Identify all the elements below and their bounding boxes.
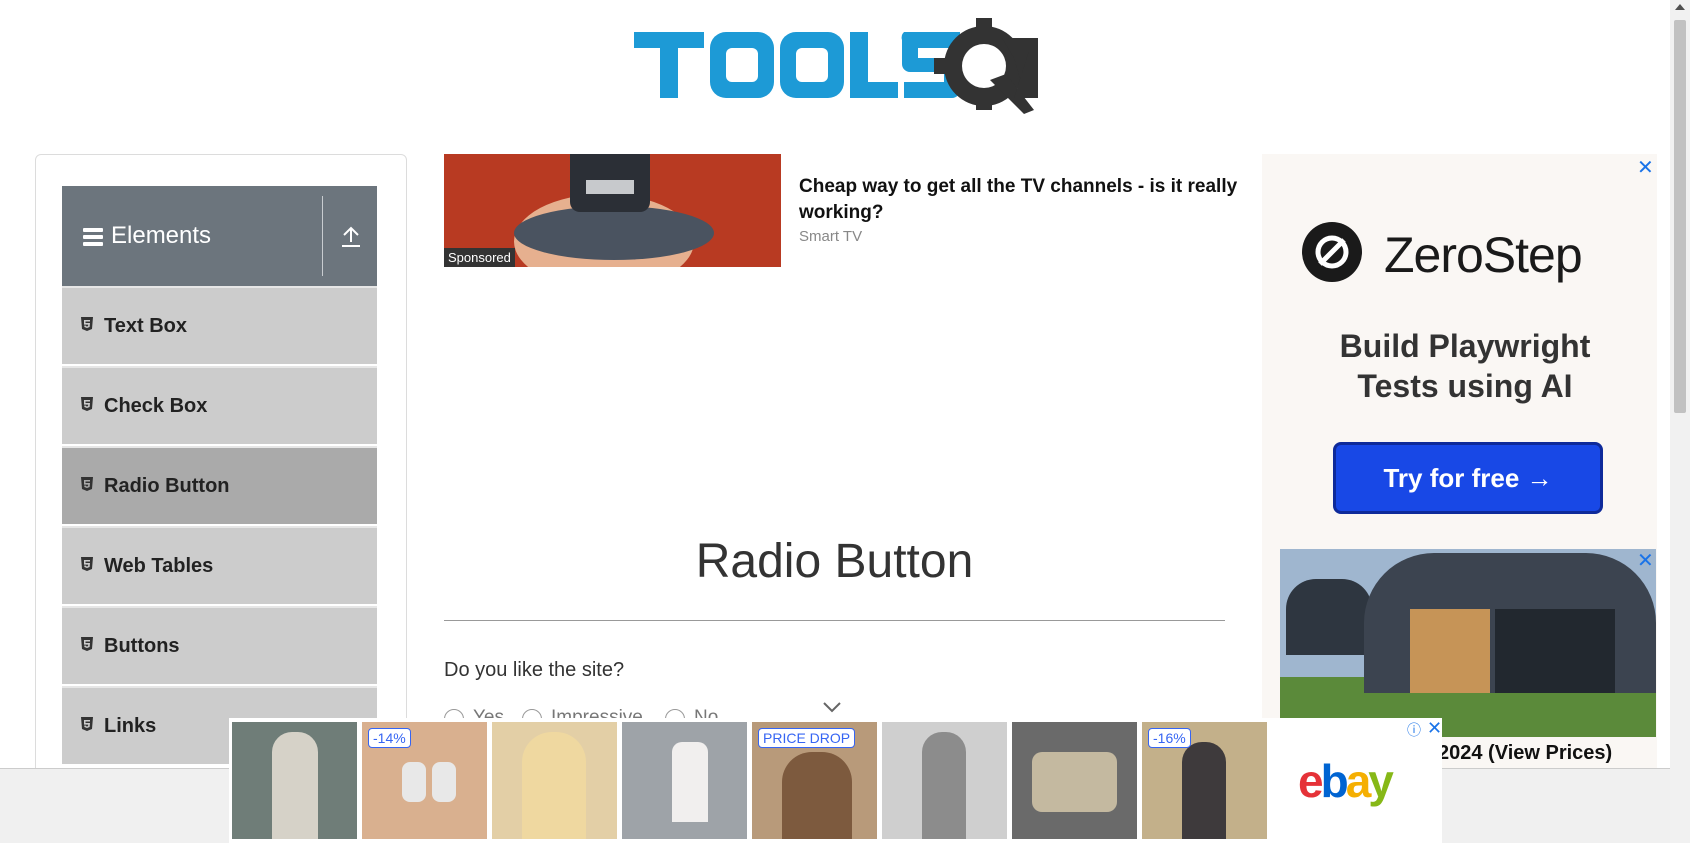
sidebar-item-label: Check Box	[104, 395, 208, 417]
collapse-arrow-icon[interactable]	[340, 224, 362, 248]
sponsored-ad-headline[interactable]: Cheap way to get all the TV channels - i…	[799, 174, 1269, 226]
product-thumb[interactable]	[492, 722, 617, 839]
ad-info-icon[interactable]: ⓘ	[1407, 720, 1421, 740]
page-title: Radio Button	[695, 535, 974, 588]
sidebar-item-label: Text Box	[104, 315, 187, 337]
elements-group-header[interactable]: Elements	[62, 186, 377, 286]
price-drop-badge: PRICE DROP	[758, 728, 856, 748]
ebay-logo[interactable]: ebay	[1298, 754, 1394, 808]
discount-badge: -16%	[1148, 728, 1191, 748]
sidebar-item-web-tables[interactable]: Web Tables	[62, 526, 377, 604]
sponsored-tag: Sponsored	[444, 248, 515, 267]
ad-close-icon[interactable]: ✕	[1637, 155, 1654, 180]
sidebar-item-text-box[interactable]: Text Box	[62, 286, 377, 364]
group-title: Elements	[111, 222, 212, 249]
product-thumb[interactable]	[882, 722, 1007, 839]
html5-icon	[81, 317, 93, 331]
sponsored-ad-source[interactable]: Smart TV	[799, 228, 862, 245]
toolsqa-logo[interactable]	[634, 18, 1038, 114]
house-ad-caption[interactable]: 2024 (View Prices)	[1438, 742, 1612, 765]
sidebar-item-label: Web Tables	[104, 555, 214, 577]
html5-icon	[81, 717, 93, 731]
sidebar-item-label: Buttons	[104, 635, 180, 657]
scroll-up-icon[interactable]	[1675, 4, 1685, 10]
wood-wall-shape	[1410, 609, 1490, 693]
product-thumb[interactable]	[232, 722, 357, 839]
sidebar-item-radio-button[interactable]: Radio Button	[62, 446, 377, 524]
ebay-logo-letter: a	[1345, 755, 1372, 807]
page: { "header": { "logo_alt": "TOOLSQA" }, "…	[0, 0, 1690, 843]
ad-close-icon[interactable]: ✕	[1637, 548, 1654, 573]
ebay-logo-letter: b	[1320, 755, 1349, 807]
html5-icon	[81, 637, 93, 651]
html5-icon	[81, 557, 93, 571]
zerostep-tagline: Build Playwright Tests using AI	[1339, 328, 1591, 404]
product-thumb[interactable]: -14%	[362, 722, 487, 839]
scroll-thumb[interactable]	[1674, 20, 1686, 413]
glass-door-shape	[1495, 609, 1615, 693]
hdmi-pin-shape	[586, 180, 634, 194]
chevron-down-icon[interactable]	[822, 700, 842, 714]
page-scrollbar[interactable]	[1670, 0, 1690, 843]
ebay-logo-letter: y	[1368, 755, 1394, 807]
title-divider	[444, 620, 1225, 621]
ebay-ad[interactable]: -14% PRICE DROP -16% ebay ⓘ ✕	[229, 718, 1442, 843]
header-divider	[322, 196, 323, 276]
sidebar-item-label: Links	[104, 715, 157, 737]
product-thumb[interactable]: PRICE DROP	[752, 722, 877, 839]
html5-icon	[81, 397, 93, 411]
discount-badge: -14%	[368, 728, 411, 748]
try-for-free-button[interactable]: Try for free →	[1333, 442, 1603, 514]
product-thumb[interactable]	[622, 722, 747, 839]
product-thumb[interactable]: -16%	[1142, 722, 1267, 839]
html5-icon	[81, 477, 93, 491]
device-shape	[514, 206, 714, 260]
small-pod-shape	[1286, 579, 1372, 655]
product-thumb[interactable]	[1012, 722, 1137, 839]
zerostep-brand: ZeroStep	[1384, 227, 1583, 283]
menu-icon	[83, 228, 103, 246]
sidebar-item-check-box[interactable]: Check Box	[62, 366, 377, 444]
sidebar-item-buttons[interactable]: Buttons	[62, 606, 377, 684]
ad-close-icon[interactable]: ✕	[1427, 718, 1442, 739]
sponsored-ad-image[interactable]: Sponsored	[444, 154, 781, 267]
house-ad-image[interactable]	[1280, 549, 1656, 737]
zerostep-logo-icon	[1302, 222, 1362, 282]
sidebar-item-label: Radio Button	[104, 475, 230, 497]
question-text: Do you like the site?	[444, 659, 625, 681]
ebay-logo-letter: e	[1298, 755, 1324, 807]
